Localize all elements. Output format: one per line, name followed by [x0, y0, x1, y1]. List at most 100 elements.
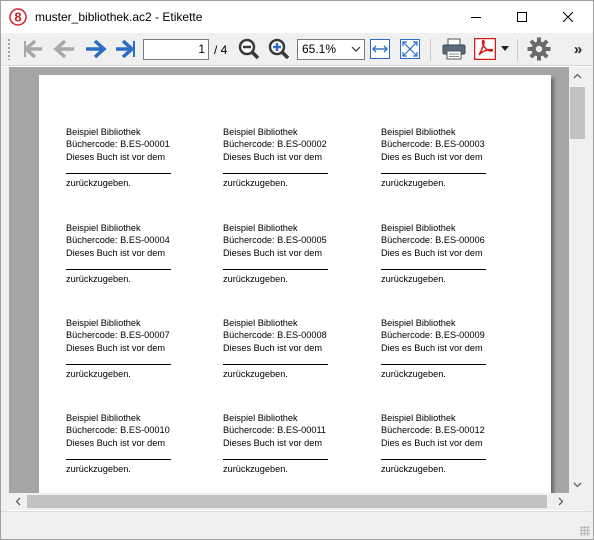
label-line-2: Büchercode: B.ES-00010: [66, 425, 170, 436]
scroll-left-button[interactable]: [9, 493, 26, 510]
label-line-4: zurückzugeben.: [223, 369, 288, 380]
window-title: muster_bibliothek.ac2 - Etikette: [35, 10, 203, 24]
label-line-4: zurückzugeben.: [66, 464, 131, 475]
date-blank-line: [381, 173, 486, 175]
book-label: Beispiel Bibliothek Büchercode: B.ES-0001…: [66, 412, 216, 476]
date-blank-line: [66, 173, 171, 175]
pdf-export-button[interactable]: [473, 37, 497, 61]
scroll-up-button[interactable]: [569, 67, 586, 84]
date-blank-line: [223, 269, 328, 271]
label-line-1: Beispiel Bibliothek: [381, 127, 456, 137]
zoom-out-button[interactable]: [237, 37, 261, 61]
maximize-button[interactable]: [499, 1, 545, 33]
label-line-2: Büchercode: B.ES-00012: [381, 425, 485, 436]
label-line-3: Dieses Buch ist vor dem: [223, 247, 323, 258]
date-blank-line: [223, 173, 328, 175]
book-label: Beispiel Bibliothek Büchercode: B.ES-0000…: [66, 126, 216, 190]
vertical-scroll-thumb[interactable]: [570, 87, 585, 139]
fit-page-button[interactable]: [399, 37, 421, 61]
toolbar-grip[interactable]: [7, 38, 11, 60]
previous-page-icon: [53, 39, 74, 59]
toolbar: 1 / 4 65.1% »: [1, 33, 593, 66]
label-line-1: Beispiel Bibliothek: [223, 223, 298, 233]
chevron-down-icon: [501, 46, 509, 51]
maximize-icon: [517, 12, 527, 22]
fit-width-icon: [370, 39, 390, 59]
last-page-button[interactable]: [113, 37, 139, 61]
last-page-icon: [116, 39, 135, 59]
chevron-down-icon: [573, 482, 582, 487]
toolbar-overflow-button[interactable]: »: [569, 37, 587, 61]
zoom-out-icon: [238, 38, 260, 60]
label-line-4: zurückzugeben.: [381, 369, 446, 380]
label-line-2: Büchercode: B.ES-00008: [223, 330, 327, 341]
book-label: Beispiel Bibliothek Büchercode: B.ES-0000…: [66, 317, 216, 381]
settings-button[interactable]: [526, 37, 552, 61]
chevron-right-icon: [558, 497, 563, 506]
date-blank-line: [381, 364, 486, 366]
label-line-4: zurückzugeben.: [223, 178, 288, 189]
label-line-2: Büchercode: B.ES-00005: [223, 235, 327, 246]
previous-page-button[interactable]: [51, 37, 77, 61]
fit-width-button[interactable]: [369, 37, 391, 61]
label-line-3: Dies es Buch ist vor dem: [381, 151, 483, 162]
minimize-icon: [471, 17, 481, 18]
label-line-1: Beispiel Bibliothek: [381, 413, 456, 423]
label-line-4: zurückzugeben.: [381, 178, 446, 189]
label-line-3: Dies es Buch ist vor dem: [381, 437, 483, 448]
label-line-2: Büchercode: B.ES-00006: [381, 235, 485, 246]
page-total: / 4: [214, 43, 228, 57]
zoom-in-icon: [268, 38, 290, 60]
zoom-in-button[interactable]: [267, 37, 291, 61]
next-page-button[interactable]: [83, 37, 109, 61]
label-line-1: Beispiel Bibliothek: [66, 318, 141, 328]
horizontal-scroll-thumb[interactable]: [27, 495, 547, 508]
zoom-value: 65.1%: [302, 42, 337, 56]
svg-text:8: 8: [14, 10, 21, 25]
label-line-3: Dieses Buch ist vor dem: [223, 342, 323, 353]
label-line-3: Dies es Buch ist vor dem: [381, 247, 483, 258]
date-blank-line: [381, 459, 486, 461]
date-blank-line: [223, 459, 328, 461]
date-blank-line: [66, 459, 171, 461]
toolbar-separator: [517, 39, 518, 61]
zoom-select[interactable]: 65.1%: [297, 39, 365, 60]
label-line-4: zurückzugeben.: [66, 178, 131, 189]
close-icon: [563, 12, 573, 22]
label-line-3: Dieses Buch ist vor dem: [66, 247, 166, 258]
vertical-scrollbar[interactable]: [569, 67, 586, 493]
resize-grip-icon[interactable]: [580, 526, 590, 536]
label-line-3: Dies es Buch ist vor dem: [381, 342, 483, 353]
book-label: Beispiel Bibliothek Büchercode: B.ES-0000…: [381, 126, 531, 190]
title-bar: 8 muster_bibliothek.ac2 - Etikette: [1, 1, 593, 33]
book-label: Beispiel Bibliothek Büchercode: B.ES-0000…: [223, 317, 373, 381]
page-number-input[interactable]: 1: [143, 39, 209, 60]
book-label: Beispiel Bibliothek Büchercode: B.ES-0001…: [381, 412, 531, 476]
printer-icon: [442, 38, 466, 60]
scroll-down-button[interactable]: [569, 476, 586, 493]
document-viewport[interactable]: Beispiel Bibliothek Büchercode: B.ES-0000…: [9, 67, 569, 493]
pdf-options-dropdown[interactable]: [499, 37, 511, 61]
first-page-button[interactable]: [21, 37, 47, 61]
print-button[interactable]: [441, 37, 467, 61]
minimize-button[interactable]: [453, 1, 499, 33]
date-blank-line: [66, 269, 171, 271]
scroll-right-button[interactable]: [552, 493, 569, 510]
label-line-2: Büchercode: B.ES-00001: [66, 139, 170, 150]
label-line-3: Dieses Buch ist vor dem: [66, 342, 166, 353]
label-line-4: zurückzugeben.: [66, 369, 131, 380]
label-line-4: zurückzugeben.: [223, 274, 288, 285]
label-line-4: zurückzugeben.: [381, 274, 446, 285]
book-label: Beispiel Bibliothek Büchercode: B.ES-0000…: [223, 126, 373, 190]
pdf-icon: [474, 38, 496, 60]
label-line-1: Beispiel Bibliothek: [381, 318, 456, 328]
app-8-icon: 8: [9, 8, 27, 26]
chevron-up-icon: [573, 73, 582, 78]
label-line-2: Büchercode: B.ES-00004: [66, 235, 170, 246]
label-line-2: Büchercode: B.ES-00003: [381, 139, 485, 150]
label-page: Beispiel Bibliothek Büchercode: B.ES-0000…: [39, 75, 551, 493]
horizontal-scrollbar[interactable]: [9, 493, 569, 510]
close-button[interactable]: [545, 1, 591, 33]
status-bar: [1, 511, 593, 539]
chevron-down-icon: [351, 40, 361, 65]
